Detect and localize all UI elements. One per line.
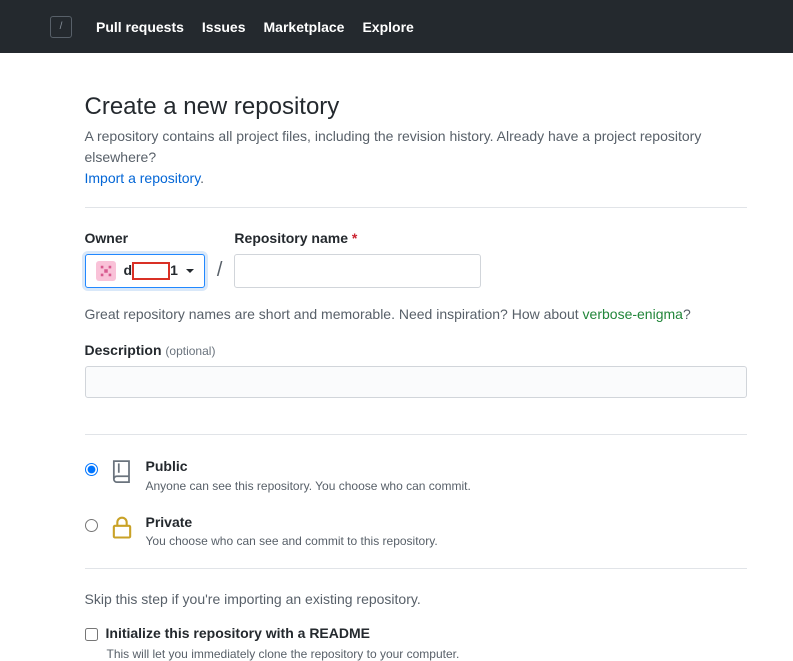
subtitle-post: . xyxy=(200,170,204,186)
repo-name-group: Repository name * xyxy=(234,230,481,288)
readme-checkbox-row[interactable]: Initialize this repository with a README xyxy=(85,625,747,641)
header-nav: Pull requests Issues Marketplace Explore xyxy=(96,19,414,35)
slash-separator: / xyxy=(217,259,223,288)
logo-icon[interactable]: / xyxy=(50,16,72,38)
header-logo-area: / xyxy=(16,16,72,38)
import-repository-link[interactable]: Import a repository xyxy=(85,170,201,186)
divider xyxy=(85,568,747,569)
visibility-public-desc: Anyone can see this repository. You choo… xyxy=(146,477,471,495)
page-subtitle: A repository contains all project files,… xyxy=(85,126,747,189)
hint-post: ? xyxy=(683,306,691,322)
description-optional: (optional) xyxy=(165,344,215,358)
owner-name-suffix: 1 xyxy=(170,262,178,278)
owner-label: Owner xyxy=(85,230,205,246)
name-suggestion-link[interactable]: verbose-enigma xyxy=(583,306,683,322)
owner-avatar-icon xyxy=(96,261,116,281)
nav-explore[interactable]: Explore xyxy=(362,19,413,35)
main-container: Create a new repository A repository con… xyxy=(47,53,747,661)
subtitle-text: A repository contains all project files,… xyxy=(85,128,702,165)
nav-issues[interactable]: Issues xyxy=(202,19,246,35)
owner-name-prefix: d xyxy=(124,262,133,278)
nav-pull-requests[interactable]: Pull requests xyxy=(96,19,184,35)
owner-group: Owner d1 xyxy=(85,230,205,288)
readme-desc: This will let you immediately clone the … xyxy=(107,647,747,661)
owner-name: d1 xyxy=(124,262,178,280)
visibility-public-text: Public Anyone can see this repository. Y… xyxy=(146,457,471,495)
divider xyxy=(85,434,747,435)
visibility-public-radio[interactable] xyxy=(85,463,98,476)
visibility-private-text: Private You choose who can see and commi… xyxy=(146,513,438,551)
owner-select[interactable]: d1 xyxy=(85,254,205,288)
visibility-public-title: Public xyxy=(146,457,471,477)
repo-icon xyxy=(108,457,136,485)
hint-pre: Great repository names are short and mem… xyxy=(85,306,583,322)
nav-marketplace[interactable]: Marketplace xyxy=(264,19,345,35)
readme-checkbox[interactable] xyxy=(85,628,98,641)
repo-name-label: Repository name * xyxy=(234,230,481,246)
owner-repo-row: Owner d1 / Repository name * xyxy=(85,230,747,288)
description-label: Description (optional) xyxy=(85,342,747,358)
chevron-down-icon xyxy=(186,269,194,273)
owner-name-redacted xyxy=(132,262,170,280)
repo-name-hint: Great repository names are short and mem… xyxy=(85,306,747,322)
visibility-private-title: Private xyxy=(146,513,438,533)
visibility-public-option[interactable]: Public Anyone can see this repository. Y… xyxy=(85,457,747,495)
global-header: / Pull requests Issues Marketplace Explo… xyxy=(0,0,793,53)
description-input[interactable] xyxy=(85,366,747,398)
visibility-private-desc: You choose who can see and commit to thi… xyxy=(146,532,438,550)
visibility-private-radio[interactable] xyxy=(85,519,98,532)
visibility-private-option[interactable]: Private You choose who can see and commi… xyxy=(85,513,747,551)
divider xyxy=(85,207,747,208)
repo-name-input[interactable] xyxy=(234,254,481,288)
skip-text: Skip this step if you're importing an ex… xyxy=(85,591,747,607)
description-label-text: Description xyxy=(85,342,162,358)
page-title: Create a new repository xyxy=(85,93,747,121)
readme-label: Initialize this repository with a README xyxy=(106,625,370,641)
required-star-icon: * xyxy=(352,230,357,246)
repo-name-label-text: Repository name xyxy=(234,230,348,246)
lock-icon xyxy=(108,513,136,541)
